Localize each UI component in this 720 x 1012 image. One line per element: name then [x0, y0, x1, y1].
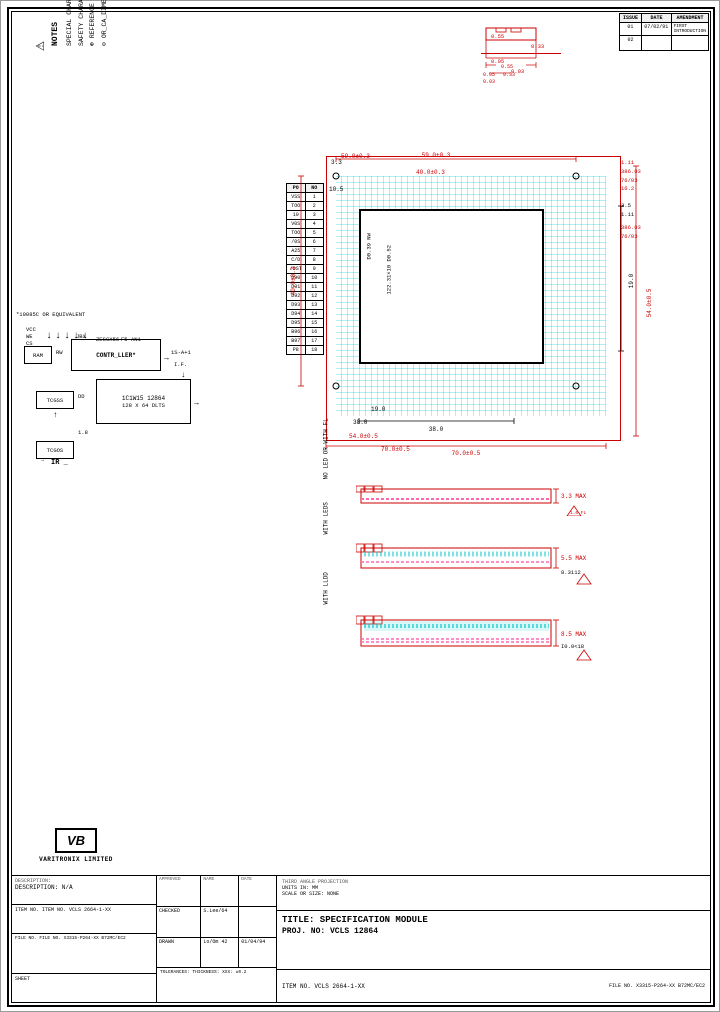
ic1-box: 1C1W15 12864 128 X 64 DLTS: [96, 379, 191, 424]
svg-text:8.3112: 8.3112: [561, 569, 581, 576]
svg-text:38.0: 38.0: [429, 426, 444, 433]
svg-text:1.6 FL: 1.6 FL: [570, 510, 586, 516]
with-leds-label: WITH LEDS: [323, 502, 330, 534]
ram-box: RAM: [24, 346, 52, 364]
svg-text:I0.0<18: I0.0<18: [561, 643, 584, 650]
side-view-with-leds: 5.5 MAX 8.3112: [356, 536, 606, 586]
svg-text:0.55: 0.55: [501, 64, 513, 70]
svg-text:0.03: 0.03: [483, 79, 495, 83]
notes-content: NOTES SPECIAL CHARACTERISTIC SAFETY CHAR…: [51, 0, 111, 46]
equivalent-note: *10085C OR EQUIVALENT: [16, 311, 85, 318]
dimension-lines-svg: 59.0±0.3 40.0±0.3 70.0±0.5 54.0±0.5 38.0…: [281, 151, 661, 471]
block-diagram: *10085C OR EQUIVALENT ↓↓↓↓↓ VCC WE CS RA…: [16, 311, 246, 591]
svg-text:8.5 MAX: 8.5 MAX: [561, 631, 587, 638]
svg-text:3.3 MAX: 3.3 MAX: [561, 493, 586, 500]
notes-area: ⚠ NOTES SPECIAL CHARACTERISTIC SAFETY CH…: [16, 16, 216, 296]
with-lldd-label: WITH LLDD: [323, 572, 330, 604]
side-view-with-lldd: 8.5 MAX I0.0<18: [356, 606, 606, 661]
logo-area: VB VARITRONIX LIMITED: [11, 818, 141, 873]
controller-box: CONTR_LLER*: [71, 339, 161, 371]
svg-text:54.0±0.5: 54.0±0.5: [646, 288, 653, 317]
ic-bus-label: 1S-A+1: [171, 349, 191, 356]
svg-text:5.5 MAX: 5.5 MAX: [561, 555, 587, 562]
logo-box: VB: [55, 828, 97, 853]
ir-label: IR _: [51, 459, 68, 467]
tcgss-box: TCGSS: [36, 391, 74, 409]
title-block: DESCRIPTION: DESCRIPTION: N/A ITEM NO. I…: [11, 875, 711, 1003]
no-led-label: NO LED OR WITH FL: [323, 418, 330, 479]
svg-text:59.0±0.3: 59.0±0.3: [422, 152, 451, 159]
logo-brand-text: VARITRONIX LIMITED: [39, 856, 113, 863]
warning-symbol: ⚠: [29, 41, 49, 51]
svg-text:70.0±0.5: 70.0±0.5: [452, 450, 481, 457]
svg-text:0.05: 0.05: [483, 72, 495, 78]
svg-text:19.0: 19.0: [628, 273, 635, 288]
svg-text:0.33: 0.33: [503, 72, 515, 78]
svg-text:40.0±0.3: 40.0±0.3: [290, 266, 297, 295]
amendment-table: ISSUE DATE AMENDMENT 01 07/02/91 FIRST I…: [619, 13, 709, 51]
side-view-no-led: 3.3 MAX 1.6 FL: [356, 481, 586, 516]
top-dim-group: 0.55 0.33 0.05 0.03 0.55 0.33 0.05 0.03: [481, 23, 601, 103]
